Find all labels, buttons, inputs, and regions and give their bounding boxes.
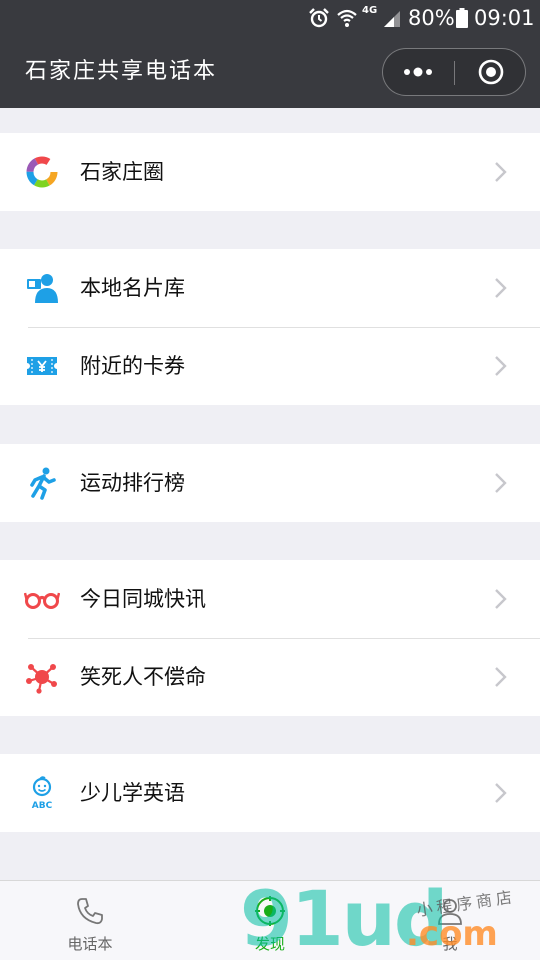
navigation-bar: 石家庄共享电话本 bbox=[0, 36, 540, 108]
target-close-icon bbox=[478, 59, 504, 85]
moments-ring-icon bbox=[24, 154, 60, 190]
compass-icon bbox=[252, 893, 288, 929]
svg-text:ABC: ABC bbox=[32, 801, 53, 810]
tab-me[interactable]: 我 bbox=[360, 881, 540, 960]
page-title: 石家庄共享电话本 bbox=[25, 59, 218, 84]
tab-discover[interactable]: 发现 bbox=[180, 881, 360, 960]
cell-divider bbox=[28, 638, 540, 639]
cellular-signal: 4G bbox=[362, 0, 402, 36]
clock: 09:01 bbox=[474, 6, 535, 30]
menu-item-city-news[interactable]: 今日同城快讯 bbox=[0, 560, 540, 639]
signal-icon bbox=[384, 11, 400, 27]
menu-group-1: 石家庄圈 bbox=[0, 133, 540, 211]
menu-group-4: 今日同城快讯 笑死人不偿命 bbox=[0, 560, 540, 716]
tab-label: 我 bbox=[442, 935, 458, 953]
molecule-icon bbox=[24, 659, 60, 695]
glasses-icon bbox=[24, 581, 60, 617]
menu-item-label: 运动排行榜 bbox=[80, 471, 185, 495]
menu-item-label: 本地名片库 bbox=[80, 276, 185, 300]
menu-item-nearby-coupons[interactable]: 附近的卡券 bbox=[0, 327, 540, 405]
menu-item-shijiazhuang-circle[interactable]: 石家庄圈 bbox=[0, 133, 540, 211]
chevron-right-icon bbox=[495, 162, 507, 182]
chevron-right-icon bbox=[495, 783, 507, 803]
menu-item-sports-ranking[interactable]: 运动排行榜 bbox=[0, 444, 540, 522]
menu-item-label: 今日同城快讯 bbox=[80, 587, 206, 611]
network-type: 4G bbox=[362, 5, 378, 16]
menu-group-5: ABC 少儿学英语 bbox=[0, 754, 540, 832]
more-dots-icon bbox=[404, 67, 432, 77]
menu-item-label: 笑死人不偿命 bbox=[80, 665, 206, 689]
capsule-divider bbox=[454, 61, 455, 85]
status-bar: 4G 80% 09:01 bbox=[0, 0, 540, 36]
person-icon bbox=[432, 893, 468, 929]
tab-label: 电话本 bbox=[67, 935, 113, 953]
chevron-right-icon bbox=[495, 473, 507, 493]
tab-bar: 电话本 发现 我 bbox=[0, 880, 540, 960]
phone-icon bbox=[72, 893, 108, 929]
running-man-icon bbox=[24, 465, 60, 501]
menu-group-3: 运动排行榜 bbox=[0, 444, 540, 522]
more-menu-button[interactable] bbox=[383, 49, 453, 95]
menu-group-2: 本地名片库 附近的卡券 bbox=[0, 249, 540, 405]
menu-item-local-card-library[interactable]: 本地名片库 bbox=[0, 249, 540, 328]
menu-item-jokes[interactable]: 笑死人不偿命 bbox=[0, 638, 540, 716]
menu-item-kids-english[interactable]: ABC 少儿学英语 bbox=[0, 754, 540, 832]
menu-item-label: 石家庄圈 bbox=[80, 160, 164, 184]
chevron-right-icon bbox=[495, 589, 507, 609]
tab-phonebook[interactable]: 电话本 bbox=[0, 881, 180, 960]
menu-item-label: 附近的卡券 bbox=[80, 354, 185, 378]
tab-label: 发现 bbox=[254, 935, 285, 953]
chevron-right-icon bbox=[495, 667, 507, 687]
chevron-right-icon bbox=[495, 356, 507, 376]
mini-program-capsule bbox=[382, 48, 526, 96]
battery-percent: 80% bbox=[408, 6, 455, 30]
close-program-button[interactable] bbox=[456, 49, 526, 95]
menu-item-label: 少儿学英语 bbox=[80, 781, 185, 805]
cell-divider bbox=[28, 327, 540, 328]
coupon-icon bbox=[24, 348, 60, 384]
kid-abc-icon: ABC bbox=[24, 775, 60, 811]
battery-icon bbox=[456, 0, 468, 36]
business-card-icon bbox=[24, 270, 60, 306]
wifi-icon bbox=[336, 0, 358, 36]
chevron-right-icon bbox=[495, 278, 507, 298]
alarm-icon bbox=[308, 0, 330, 36]
